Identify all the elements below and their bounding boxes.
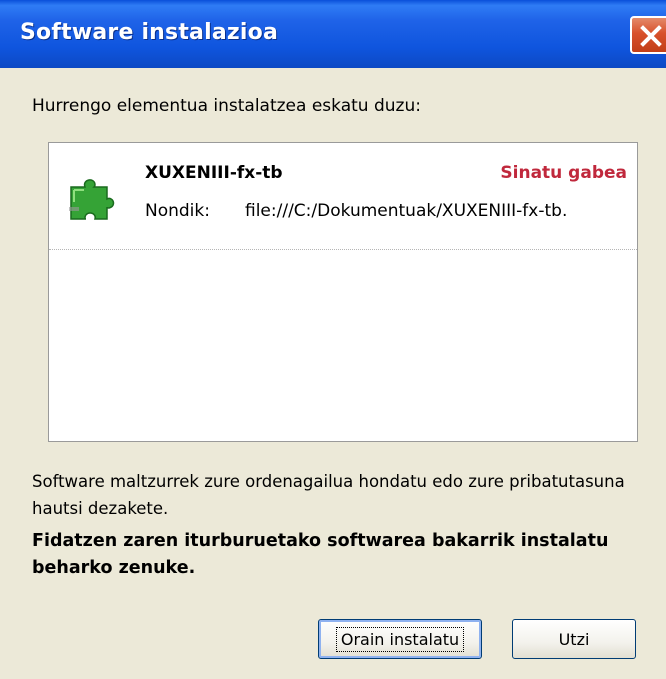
close-icon bbox=[640, 25, 662, 47]
intro-text: Hurrengo elementua instalatzea eskatu du… bbox=[32, 96, 421, 116]
signature-status: Sinatu gabea bbox=[500, 163, 627, 183]
install-dialog: Software instalazioa Hurrengo elementua … bbox=[0, 0, 666, 679]
warning-text: Software maltzurrek zure ordenagailua ho… bbox=[32, 472, 625, 518]
install-now-button[interactable]: Orain instalatu bbox=[318, 619, 482, 659]
window-title: Software instalazioa bbox=[20, 20, 278, 45]
cancel-button[interactable]: Utzi bbox=[512, 619, 636, 659]
puzzle-piece-icon bbox=[65, 173, 121, 225]
close-button[interactable] bbox=[630, 16, 666, 54]
cancel-label: Utzi bbox=[558, 629, 590, 649]
source-label: Nondik: bbox=[145, 201, 210, 221]
source-url: file:///C:/Dokumentuak/XUXENIII-fx-tb. bbox=[245, 201, 568, 221]
item-name: XUXENIII-fx-tb bbox=[145, 163, 283, 183]
install-items-list[interactable]: XUXENIII-fx-tb Sinatu gabea Nondik: file… bbox=[48, 142, 638, 442]
list-item[interactable]: XUXENIII-fx-tb Sinatu gabea Nondik: file… bbox=[49, 143, 637, 250]
advice-text: Fidatzen zaren iturburuetako softwarea b… bbox=[32, 531, 609, 578]
title-bar[interactable]: Software instalazioa bbox=[0, 0, 666, 68]
install-now-label: Orain instalatu bbox=[335, 626, 465, 652]
